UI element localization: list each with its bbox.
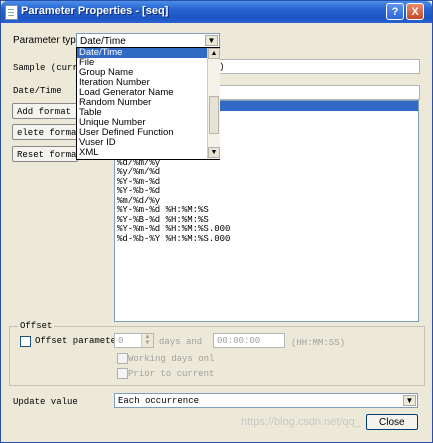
dropdown-option[interactable]: XML bbox=[79, 148, 99, 158]
scroll-up-icon[interactable]: ▲ bbox=[208, 48, 220, 59]
dropdown-scrollbar[interactable]: ▲ ▼ bbox=[207, 48, 220, 159]
close-window-button[interactable]: X bbox=[406, 3, 424, 20]
delete-format-label: elete format bbox=[17, 128, 78, 138]
scroll-thumb[interactable] bbox=[209, 96, 219, 134]
chevron-down-icon[interactable]: ▼ bbox=[403, 395, 416, 406]
format-item[interactable]: %y/%m/%d bbox=[117, 167, 160, 177]
title-bar[interactable]: Parameter Properties - [seq] ? X bbox=[1, 1, 432, 23]
window-title: Parameter Properties - [seq] bbox=[21, 5, 169, 17]
format-item[interactable]: %Y-%m-%d %H:%M:%S bbox=[117, 205, 209, 215]
delete-format-button[interactable]: elete format bbox=[12, 124, 78, 140]
time-offset-value: 00:00:00 bbox=[217, 336, 261, 346]
prior-to-current-checkbox[interactable] bbox=[117, 368, 128, 379]
stepper-arrows-icon[interactable]: ▲ ▼ bbox=[141, 334, 153, 347]
close-button[interactable]: Close bbox=[366, 414, 418, 430]
help-button[interactable]: ? bbox=[386, 3, 404, 20]
working-days-checkbox[interactable] bbox=[117, 353, 128, 364]
scroll-down-icon[interactable]: ▼ bbox=[208, 147, 220, 158]
offset-parameter-checkbox[interactable] bbox=[20, 336, 31, 347]
sample-field: ) bbox=[217, 59, 420, 74]
prior-to-current-label: Prior to current bbox=[128, 369, 215, 379]
datetime-format-input[interactable] bbox=[217, 85, 420, 100]
update-value-select[interactable]: Each occurrence ▼ bbox=[114, 393, 418, 408]
reset-formats-button[interactable]: Reset formats bbox=[12, 146, 78, 162]
close-button-label: Close bbox=[379, 417, 405, 428]
document-icon bbox=[5, 5, 18, 20]
days-and-label: days and bbox=[159, 337, 203, 347]
update-value-label: Update value bbox=[13, 397, 78, 407]
time-format-label: (HH:MM:SS) bbox=[291, 338, 346, 348]
parameter-type-value: Date/Time bbox=[80, 36, 126, 47]
time-offset-input[interactable]: 00:00:00 bbox=[213, 333, 285, 348]
parameter-type-select[interactable]: Date/Time ▼ bbox=[76, 33, 220, 48]
datetime-label: Date/Time bbox=[13, 86, 62, 96]
format-item[interactable]: %Y-%m-%d %H:%M:%S.000 bbox=[117, 224, 230, 234]
format-item[interactable]: %Y-%b-%d bbox=[117, 186, 160, 196]
days-stepper[interactable]: 0 ▲ ▼ bbox=[114, 333, 154, 348]
update-value-text: Each occurrence bbox=[118, 396, 200, 406]
working-days-label: Working days onl bbox=[128, 354, 215, 364]
days-value: 0 bbox=[118, 336, 124, 346]
dialog-window: Parameter Properties - [seq] ? X Paramet… bbox=[0, 0, 433, 443]
chevron-down-icon[interactable]: ▼ bbox=[205, 35, 218, 46]
watermark-text: https://blog.csdn.net/qq_ bbox=[241, 416, 361, 428]
offset-parameter-label: Offset parameter bbox=[35, 336, 122, 346]
parameter-type-label: Parameter type: bbox=[13, 35, 85, 46]
reset-formats-label: Reset formats bbox=[17, 150, 77, 160]
add-format-button[interactable]: Add format -> bbox=[12, 103, 86, 119]
offset-group-label: Offset bbox=[18, 321, 55, 331]
format-item[interactable]: %d-%b-%Y %H:%M:%S.000 bbox=[117, 234, 230, 244]
